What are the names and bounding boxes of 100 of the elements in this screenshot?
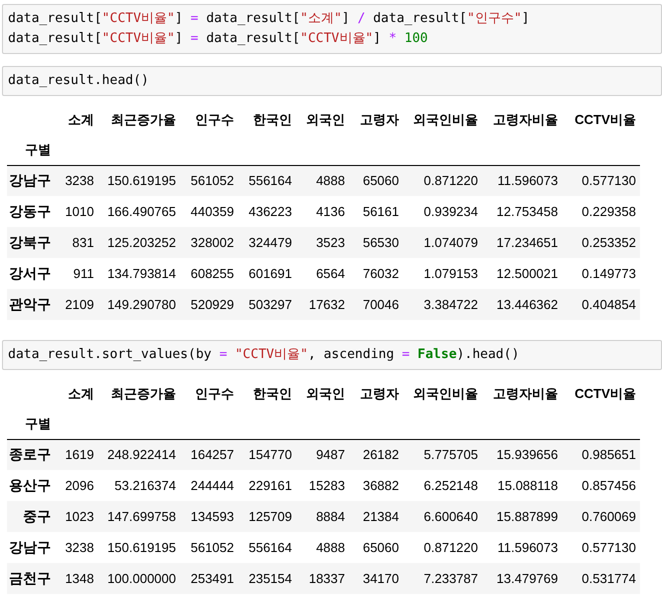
row-label: 중구 (23, 508, 51, 524)
row-label: 강남구 (9, 172, 51, 188)
code-line: data_result.head() (8, 72, 149, 90)
table-cell: 12.500021 (496, 266, 558, 281)
row-label: 강동구 (9, 203, 51, 219)
table-cell: 0.871220 (424, 540, 478, 555)
column-header: 최근증가율 (111, 386, 176, 402)
column-header: 한국인 (253, 112, 292, 128)
column-header: 인구수 (195, 112, 234, 128)
row-label: 강남구 (9, 539, 51, 555)
table-cell: 34170 (362, 570, 399, 586)
table-cell: 65060 (362, 540, 399, 555)
table-cell: 125.203252 (107, 234, 176, 250)
table-cell: 0.253352 (582, 234, 636, 250)
table-cell: 13.446362 (496, 296, 558, 312)
table-cell: 561052 (190, 540, 234, 555)
row-label: 관악구 (9, 296, 51, 312)
column-header: 고령자 (360, 386, 399, 402)
table-cell: 150.619195 (107, 173, 176, 188)
table-cell: 150.619195 (107, 540, 176, 555)
table-cell: 0.760069 (582, 508, 636, 524)
table-cell: 70046 (362, 296, 399, 312)
table-cell: 36882 (362, 478, 399, 493)
table-cell: 11.596073 (498, 540, 558, 555)
table-cell: 0.404854 (582, 296, 636, 312)
table-cell: 6.600640 (424, 508, 478, 524)
table-cell: 3238 (65, 540, 94, 555)
table-cell: 911 (73, 266, 94, 281)
table-cell: 556164 (248, 173, 292, 188)
table-cell: 503297 (248, 296, 292, 312)
table-cell: 11.596073 (498, 173, 558, 188)
table-cell: 601691 (248, 266, 292, 281)
column-header: 고령자 (360, 112, 399, 128)
row-label: 강북구 (9, 234, 51, 250)
table-cell: 2109 (65, 296, 94, 312)
table-cell: 2096 (65, 478, 94, 493)
table-cell: 440359 (190, 204, 234, 219)
code-cell[interactable]: data_result.sort_values(by = "CCTV비율", ascending = False).head() (2, 340, 662, 370)
table-cell: 1619 (65, 447, 94, 462)
table-cell: 15.887899 (496, 508, 558, 524)
table-cell: 0.871220 (424, 173, 478, 188)
table-cell: 56161 (362, 204, 399, 219)
table-cell: 5.775705 (424, 447, 478, 462)
table-cell: 1023 (65, 508, 94, 524)
column-header: 소계 (68, 112, 94, 128)
table-cell: 6564 (316, 266, 345, 281)
column-header: 외국인 (306, 112, 345, 128)
table-cell: 0.985651 (582, 447, 636, 462)
table-cell: 15283 (308, 478, 345, 493)
table-cell: 4888 (316, 540, 345, 555)
table-cell: 244444 (190, 478, 234, 493)
code-line: data_result.sort_values(by = "CCTV비율", ascending = False).head() (8, 346, 520, 364)
column-header: 최근증가율 (111, 112, 176, 128)
table-cell: 0.577130 (582, 540, 636, 555)
table-cell: 556164 (248, 540, 292, 555)
code-line: data_result["CCTV비율"] = data_result["CCTV비율"] * 100 (8, 30, 428, 48)
table-cell: 17632 (308, 296, 345, 312)
table-cell: 608255 (190, 266, 234, 281)
column-header: 외국인비율 (413, 112, 478, 128)
table-cell: 0.149773 (582, 266, 636, 281)
table-cell: 15.088118 (498, 478, 558, 493)
table-cell: 65060 (362, 173, 399, 188)
table-cell: 7.233787 (424, 570, 478, 586)
table-cell: 831 (72, 234, 94, 250)
column-header: 외국인 (306, 386, 345, 402)
table-cell: 1010 (65, 204, 94, 219)
row-label: 종로구 (9, 446, 51, 462)
table-cell: 53.216374 (114, 478, 176, 493)
table-cell: 134593 (190, 508, 234, 524)
table-cell: 125709 (248, 508, 292, 524)
table-cell: 9487 (316, 447, 345, 462)
index-header: 구별 (25, 142, 51, 156)
table-cell: 15.939656 (496, 447, 558, 462)
table-cell: 229161 (248, 478, 292, 493)
table-cell: 248.922414 (107, 447, 176, 462)
column-header: CCTV비율 (574, 112, 636, 128)
column-header: 소계 (68, 386, 94, 402)
table-cell: 0.531774 (582, 570, 636, 586)
table-cell: 253491 (190, 570, 234, 586)
code-cell[interactable]: data_result.head() (2, 66, 662, 96)
column-header: 인구수 (195, 386, 234, 402)
table-cell: 164257 (190, 447, 234, 462)
table-cell: 21384 (362, 508, 399, 524)
table-cell: 12.753458 (496, 204, 558, 219)
code-cell[interactable]: data_result["CCTV비율"] = data_result["소계"] / data_result["인구수"] data_result["CCTV비율"] = data_result["CCTV비율"] * 100 (2, 4, 662, 54)
table-cell: 3.384722 (424, 296, 478, 312)
row-label: 강서구 (9, 265, 51, 281)
table-cell: 0.939234 (424, 204, 478, 219)
table-cell: 324479 (248, 234, 292, 250)
table-cell: 76032 (362, 266, 399, 281)
table-cell: 166.490765 (107, 204, 176, 219)
column-header: 고령자비율 (493, 112, 558, 128)
column-header: 고령자비율 (493, 386, 558, 402)
table-cell: 4888 (316, 173, 345, 188)
table-cell: 154770 (248, 447, 292, 462)
table-cell: 100.000000 (107, 570, 176, 586)
table-cell: 0.577130 (582, 173, 636, 188)
row-label: 금천구 (9, 570, 51, 586)
code-line: data_result["CCTV비율"] = data_result["소계"] / data_result["인구수"] (8, 10, 530, 28)
table-cell: 56530 (362, 234, 399, 250)
